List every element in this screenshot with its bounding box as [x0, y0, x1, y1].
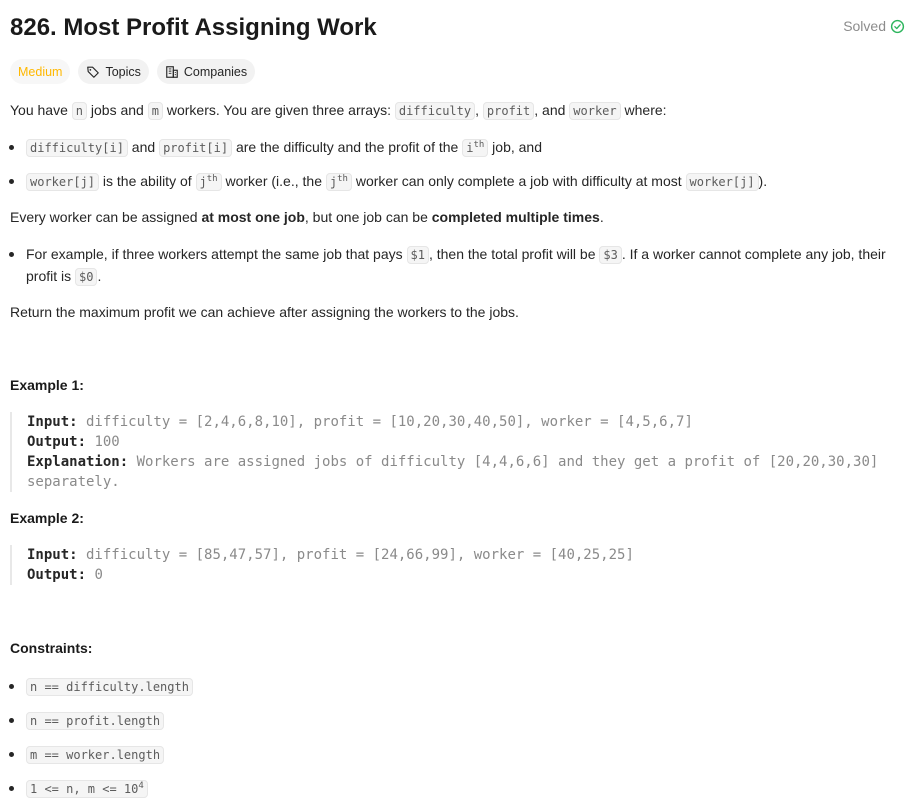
topics-label: Topics: [105, 64, 141, 79]
list-item: difficulty[i] and profit[i] are the diff…: [9, 137, 900, 159]
list-item: n == profit.length: [9, 710, 900, 732]
building-icon: [166, 65, 178, 78]
list-item: m == worker.length: [9, 744, 900, 766]
example-1-heading: Example 1:: [10, 377, 84, 393]
example-2-heading: Example 2:: [10, 510, 84, 526]
example-1-block: Input: difficulty = [2,4,6,8,10], profit…: [10, 412, 907, 492]
tag-row: Medium Topics Companies: [10, 59, 256, 84]
list-item: For example, if three workers attempt th…: [9, 244, 895, 288]
intro-paragraph: You have n jobs and m workers. You are g…: [10, 102, 667, 120]
list-item: worker[j] is the ability of jth worker (…: [9, 171, 900, 193]
problem-title[interactable]: 826. Most Profit Assigning Work: [10, 14, 377, 42]
tag-icon: [87, 66, 100, 78]
companies-label: Companies: [183, 64, 248, 79]
list-item: n == difficulty.length: [9, 676, 900, 698]
example-2-block: Input: difficulty = [85,47,57], profit =…: [10, 545, 907, 585]
companies-button[interactable]: Companies: [156, 59, 256, 84]
check-circle-icon: [890, 19, 905, 33]
solved-status: Solved: [843, 18, 905, 34]
return-paragraph: Return the maximum profit we can achieve…: [10, 304, 519, 320]
title-row: 826. Most Profit Assigning Work Solved: [10, 14, 905, 46]
topics-button[interactable]: Topics: [78, 59, 149, 84]
rule-paragraph: Every worker can be assigned at most one…: [10, 209, 604, 225]
constraints-list: n == difficulty.length n == profit.lengt…: [9, 676, 900, 800]
difficulty-badge: Medium: [10, 59, 71, 84]
list-item: 1 <= n, m <= 104: [9, 778, 900, 800]
constraints-heading: Constraints:: [10, 640, 93, 656]
solved-label: Solved: [843, 18, 886, 34]
example-note-list: For example, if three workers attempt th…: [9, 244, 895, 288]
definition-list: difficulty[i] and profit[i] are the diff…: [9, 137, 900, 193]
